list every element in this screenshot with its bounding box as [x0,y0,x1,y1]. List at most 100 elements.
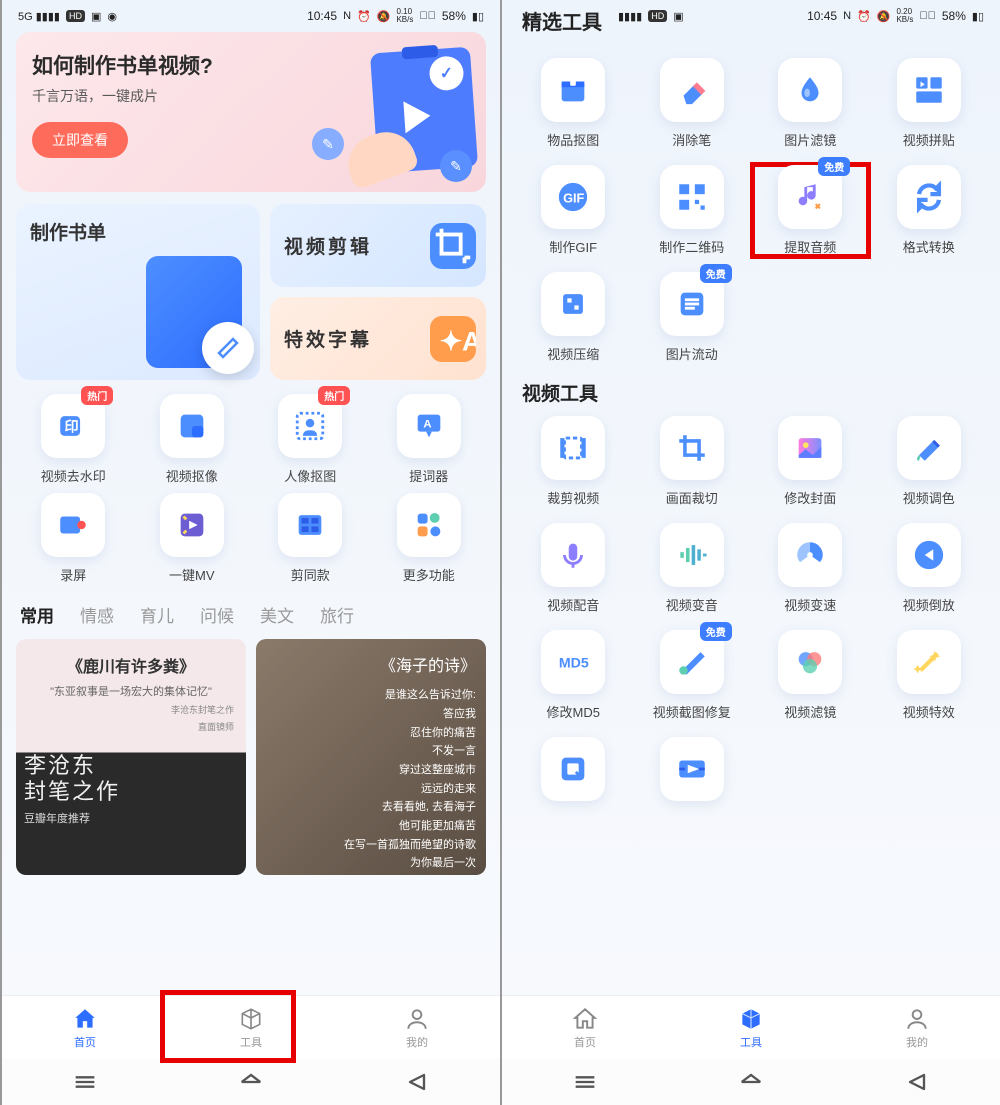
teleprompter-icon: A [412,409,446,443]
tool-extra-2[interactable] [635,737,750,801]
tool-music[interactable]: 免费 提取音频 [753,165,868,256]
tool-label: 视频倒放 [903,595,955,614]
category-tab[interactable]: 旅行 [320,602,354,627]
tool-repair[interactable]: 免费 视频截图修复 [635,630,750,721]
nav-home[interactable]: 首页 [502,996,668,1059]
nav-profile[interactable]: 我的 [334,996,500,1059]
tool-crop[interactable]: 画面裁切 [635,416,750,507]
svg-text:GIF: GIF [563,191,584,206]
hd-icon: HD [66,10,85,22]
template-author: 李沧东 [24,753,238,779]
tool-label: 制作GIF [549,237,597,256]
wechat-icon: ◉ [107,10,117,23]
recent-apps-button[interactable] [571,1068,599,1096]
nav-label: 工具 [740,1034,762,1050]
tool-qr[interactable]: 制作二维码 [635,165,750,256]
record-icon [56,508,90,542]
category-tab[interactable]: 情感 [80,602,114,627]
tool-flow[interactable]: 免费 图片流动 [635,272,750,363]
status-time: 10:45 [807,9,837,23]
bottom-nav: 首页 工具 我的 [502,995,1000,1059]
tool-trim[interactable]: 裁剪视频 [516,416,631,507]
tool-label: 视频去水印 [41,466,106,485]
template-title: 《鹿川有许多粪》 [28,653,234,677]
recent-apps-button[interactable] [71,1068,99,1096]
tool-collage[interactable]: 视频拼贴 [872,58,987,149]
mv-icon [175,508,209,542]
promo-banner[interactable]: 如何制作书单视频? 千言万语，一键成片 立即查看 ✎ ✎ [16,32,486,192]
trim-icon [556,431,590,465]
alarm-icon: ⏰ [357,10,371,23]
bottom-nav: 首页 工具 我的 [2,995,500,1059]
tool-compress[interactable]: 视频压缩 [516,272,631,363]
speed-icon [793,538,827,572]
nav-tools[interactable]: 工具 [668,996,834,1059]
tool-dub[interactable]: 视频配音 [516,523,631,614]
tool-gif[interactable]: GIF 制作GIF [516,165,631,256]
md5-icon: MD5 [556,645,590,679]
tool-teleprompter[interactable]: A 提词器 [372,394,487,485]
nav-label: 我的 [906,1034,928,1050]
template-card-2[interactable]: 《海子的诗》 是谁这么告诉过你:答应我忍住你的痛苦不发一言穿过这整座城市远远的走… [256,639,486,875]
net-unit: KB/s [396,16,413,24]
badge: 热门 [318,386,350,405]
nav-label: 工具 [240,1034,262,1050]
tool-watermark[interactable]: 热门印 视频去水印 [16,394,131,485]
tool-label: 视频配音 [547,595,599,614]
tool-mv[interactable]: 一键MV [135,493,250,584]
tool-reverse[interactable]: 视频倒放 [872,523,987,614]
tool-label: 裁剪视频 [547,488,599,507]
nav-profile[interactable]: 我的 [834,996,1000,1059]
tool-cover[interactable]: 修改封面 [753,416,868,507]
nav-home[interactable]: 首页 [2,996,168,1059]
battery-icon: ▮▯ [472,10,484,23]
tool-label: 更多功能 [403,565,455,584]
tool-label: 提取音频 [784,237,836,256]
tool-drop[interactable]: 图片滤镜 [753,58,868,149]
template-card-1[interactable]: 《鹿川有许多粪》 "东亚叙事是一场宏大的集体记忆" 李沧东封笔之作 直面镜师 李… [16,639,246,875]
category-tab[interactable]: 育儿 [140,602,174,627]
featured-tools-grid: 物品抠图 消除笔 图片滤镜 视频拼贴 GIF 制作GIF 制作二维码 免费 提取… [516,58,986,363]
watermark-icon: 印 [56,409,90,443]
back-button[interactable] [403,1068,431,1096]
pen-icon: ✎ [440,150,472,182]
drop-icon [793,73,827,107]
subtitle-fx-card[interactable]: 特效字幕 ✦A [270,297,486,380]
tool-label: 视频变速 [784,595,836,614]
tool-film[interactable]: 剪同款 [253,493,368,584]
battery-pct: 58% [442,9,466,23]
tool-extra-1[interactable] [516,737,631,801]
tool-cutout[interactable]: 视频抠像 [135,394,250,485]
category-tab[interactable]: 常用 [20,602,54,627]
tool-speed[interactable]: 视频变速 [753,523,868,614]
banner-cta-button[interactable]: 立即查看 [32,122,128,158]
tool-color[interactable]: 视频调色 [872,416,987,507]
tool-vfilter[interactable]: 视频滤镜 [753,630,868,721]
home-button[interactable] [237,1068,265,1096]
nfc-icon: N [843,10,851,22]
home-icon [72,1006,98,1032]
tool-portrait[interactable]: 热门 人像抠图 [253,394,368,485]
back-button[interactable] [903,1068,931,1096]
section-title: 视频工具 [522,379,986,406]
nav-tools[interactable]: 工具 [168,996,334,1059]
tool-box[interactable]: 物品抠图 [516,58,631,149]
home-button[interactable] [737,1068,765,1096]
tool-label: 视频变音 [666,595,718,614]
film-icon [293,508,327,542]
video-edit-card[interactable]: 视频剪辑 [270,204,486,287]
tool-more[interactable]: 更多功能 [372,493,487,584]
tool-eraser[interactable]: 消除笔 [635,58,750,149]
tool-fx[interactable]: 视频特效 [872,630,987,721]
tool-label: 修改MD5 [547,702,600,721]
create-booklist-card[interactable]: 制作书单 [16,204,260,380]
category-tab[interactable]: 问候 [200,602,234,627]
tool-md5[interactable]: MD5 修改MD5 [516,630,631,721]
card-title: 特效字幕 [284,325,372,352]
tool-convert[interactable]: 格式转换 [872,165,987,256]
tool-voice[interactable]: 视频变音 [635,523,750,614]
template-rec: 豆瓣年度推荐 [24,810,238,826]
tool-label: 修改封面 [784,488,836,507]
tool-record[interactable]: 录屏 [16,493,131,584]
category-tab[interactable]: 美文 [260,602,294,627]
